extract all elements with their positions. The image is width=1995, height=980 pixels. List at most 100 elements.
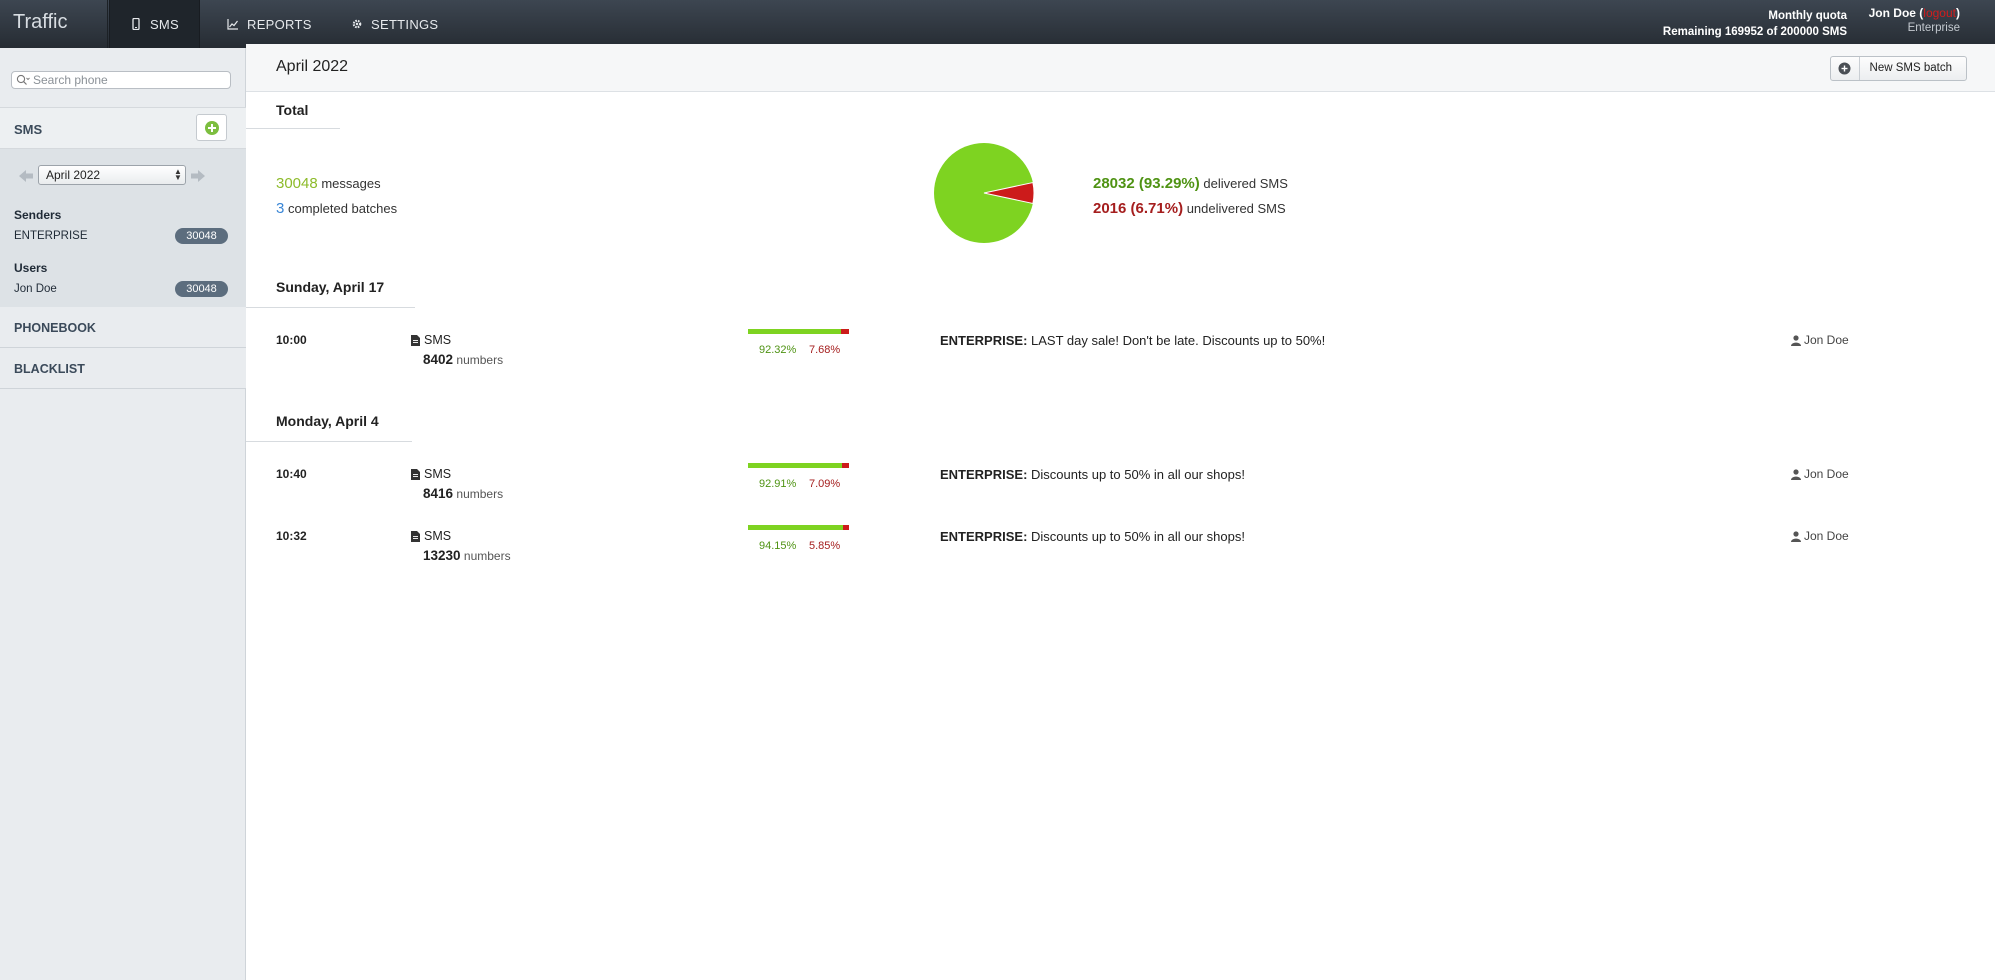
user-name: Jon Doe xyxy=(1868,6,1916,20)
batch-row[interactable]: 10:32 SMS 13230 numbers 94.15% 5.85% ENT… xyxy=(246,525,1995,579)
batch-numbers: 8402 numbers xyxy=(423,352,503,367)
batch-user-name: Jon Doe xyxy=(1804,333,1849,347)
monthly-quota: Monthly quota Remaining 169952 of 200000… xyxy=(1663,8,1847,40)
phonebook-label: PHONEBOOK xyxy=(14,321,96,335)
day-heading-underline xyxy=(246,307,415,308)
day-heading-underline xyxy=(246,441,412,442)
tab-sms[interactable]: SMS xyxy=(109,0,200,48)
batch-type-label: SMS xyxy=(424,467,452,481)
delivered-label: delivered SMS xyxy=(1203,176,1288,191)
batch-type: SMS xyxy=(411,467,451,481)
batch-type: SMS xyxy=(411,529,451,543)
batch-type-label: SMS xyxy=(424,529,452,543)
undelivered-value: 2016 (6.71%) xyxy=(1093,200,1184,217)
search-box[interactable] xyxy=(11,71,231,89)
batch-row[interactable]: 10:00 SMS 8402 numbers 92.32% 7.68% ENTE… xyxy=(246,329,1995,383)
delivery-pie-chart xyxy=(934,143,1034,243)
delivery-progress-bar xyxy=(748,525,849,530)
search-phone-input[interactable] xyxy=(33,73,223,87)
brand-logo[interactable]: Traffic xyxy=(0,0,108,48)
delivered-percent: 94.15% xyxy=(759,540,797,552)
batch-numbers-label: numbers xyxy=(463,549,511,563)
tab-sms-label: SMS xyxy=(149,16,180,32)
batch-message-text: LAST day sale! Don't be late. Discounts … xyxy=(1031,333,1326,348)
search-icon xyxy=(16,74,30,85)
new-sms-batch-label: New SMS batch xyxy=(1869,62,1952,74)
blacklist-label: BLACKLIST xyxy=(14,362,85,376)
batches-label: completed batches xyxy=(287,201,398,216)
delivery-progress-fill xyxy=(748,463,842,468)
sidebar-item-phonebook[interactable]: PHONEBOOK xyxy=(0,307,246,348)
previous-month-arrow-icon[interactable] xyxy=(18,169,34,183)
batch-sender: ENTERPRISE: xyxy=(940,467,1028,482)
plus-circle-icon xyxy=(1838,62,1851,75)
gear-icon xyxy=(352,19,362,29)
select-caret-icon: ▲ ▼ xyxy=(174,167,182,182)
user-item-jon-doe[interactable]: Jon Doe xyxy=(14,283,57,295)
delivery-progress-fill xyxy=(748,329,842,334)
batch-message: ENTERPRISE: Discounts up to 50% in all o… xyxy=(940,529,1245,544)
tab-reports-label: REPORTS xyxy=(247,16,312,32)
quota-remaining: Remaining 169952 of 200000 SMS xyxy=(1662,26,1847,38)
batch-row[interactable]: 10:40 SMS 8416 numbers 92.91% 7.09% ENTE… xyxy=(246,463,1995,517)
day-heading: Monday, April 4 xyxy=(276,413,379,429)
total-heading: Total xyxy=(276,102,309,118)
main-header: April 2022 New SMS batch xyxy=(246,44,1995,92)
undelivered-percent: 7.68% xyxy=(809,344,841,356)
batch-type-label: SMS xyxy=(424,333,452,347)
logout-link[interactable]: logout xyxy=(1923,6,1956,20)
batch-user: Jon Doe xyxy=(1791,529,1849,543)
batch-numbers-label: numbers xyxy=(456,487,504,501)
delivery-progress-bar xyxy=(748,463,849,468)
sender-item-enterprise[interactable]: ENTERPRISE xyxy=(14,230,88,242)
document-icon xyxy=(411,468,420,480)
user-icon xyxy=(1791,334,1801,346)
sender-count-badge: 30048 xyxy=(175,228,228,244)
batch-message-text: Discounts up to 50% in all our shops! xyxy=(1031,467,1245,482)
total-heading-underline xyxy=(246,128,340,129)
month-select[interactable]: April 2022 ▲ ▼ xyxy=(38,165,186,185)
batch-message: ENTERPRISE: Discounts up to 50% in all o… xyxy=(940,467,1245,482)
quota-title: Monthly quota xyxy=(1768,10,1847,22)
messages-label: messages xyxy=(321,176,381,191)
undelivered-percent: 5.85% xyxy=(809,540,841,552)
messages-count: 30048 xyxy=(276,175,318,192)
batch-sender: ENTERPRISE: xyxy=(940,333,1028,348)
account-info: Jon Doe (logout) Enterprise xyxy=(1869,6,1960,36)
delivered-percent: 92.32% xyxy=(759,344,797,356)
document-icon xyxy=(411,334,420,346)
undelivered-label: undelivered SMS xyxy=(1186,201,1286,216)
next-month-arrow-icon[interactable] xyxy=(190,169,206,183)
batch-numbers: 8416 numbers xyxy=(423,486,503,501)
user-count-badge: 30048 xyxy=(175,281,228,297)
delivery-summary: 28032 (93.29%) delivered SMS 2016 (6.71%… xyxy=(1093,171,1288,221)
batch-numbers-count: 13230 xyxy=(423,548,461,563)
batch-time: 10:00 xyxy=(276,333,307,347)
new-sms-batch-button[interactable]: New SMS batch xyxy=(1829,56,1967,81)
add-sms-button[interactable] xyxy=(196,114,227,141)
batch-message: ENTERPRISE: LAST day sale! Don't be late… xyxy=(940,333,1325,348)
batch-user: Jon Doe xyxy=(1791,467,1849,481)
senders-title: Senders xyxy=(14,208,62,222)
batch-user-name: Jon Doe xyxy=(1804,529,1849,543)
page-title: April 2022 xyxy=(276,58,349,75)
plus-circle-icon xyxy=(204,120,219,135)
batch-numbers-count: 8416 xyxy=(423,486,454,501)
delivered-percent: 92.91% xyxy=(759,478,797,490)
user-icon xyxy=(1791,468,1801,480)
sms-section-header[interactable]: SMS xyxy=(0,107,246,149)
user-icon xyxy=(1791,530,1801,542)
sidebar-item-blacklist[interactable]: BLACKLIST xyxy=(0,348,246,389)
document-icon xyxy=(411,530,420,542)
batch-numbers: 13230 numbers xyxy=(423,548,511,563)
batch-sender: ENTERPRISE: xyxy=(940,529,1028,544)
tab-settings[interactable]: SETTINGS xyxy=(351,0,438,48)
undelivered-percent: 7.09% xyxy=(809,478,841,490)
tab-settings-label: SETTINGS xyxy=(371,16,439,32)
month-select-value: April 2022 xyxy=(46,168,101,182)
delivery-progress-bar xyxy=(748,329,849,334)
tab-reports[interactable]: REPORTS xyxy=(227,0,312,48)
sms-section-body: April 2022 ▲ ▼ Senders ENTERPRISE 30048 U… xyxy=(0,149,246,307)
users-title: Users xyxy=(14,261,48,275)
mobile-phone-icon xyxy=(132,18,140,30)
